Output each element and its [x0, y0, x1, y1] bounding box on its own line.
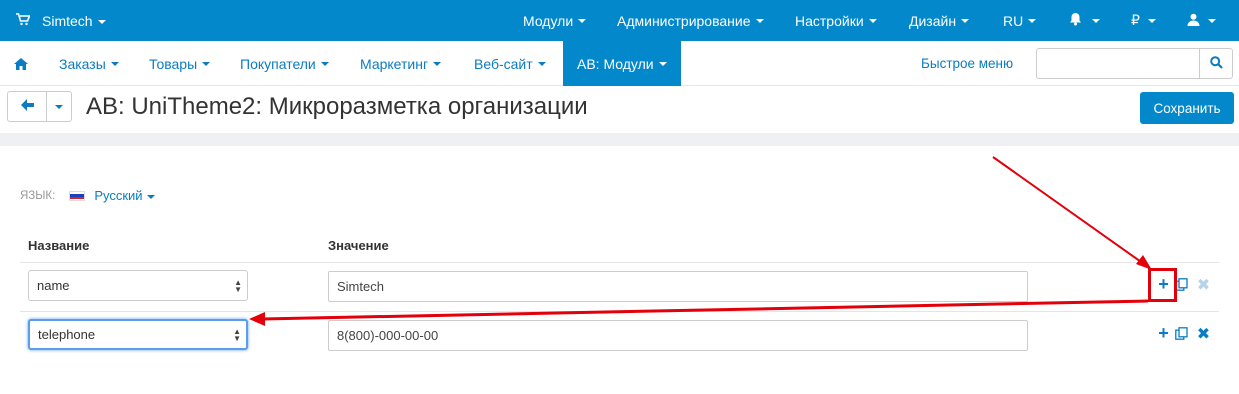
annotation-arrow	[992, 156, 1145, 265]
annotation-arrow	[261, 299, 1149, 321]
annotation-arrowhead	[1136, 255, 1152, 270]
annotation-arrowhead	[249, 312, 265, 326]
annotation-arrows	[249, 156, 1152, 326]
